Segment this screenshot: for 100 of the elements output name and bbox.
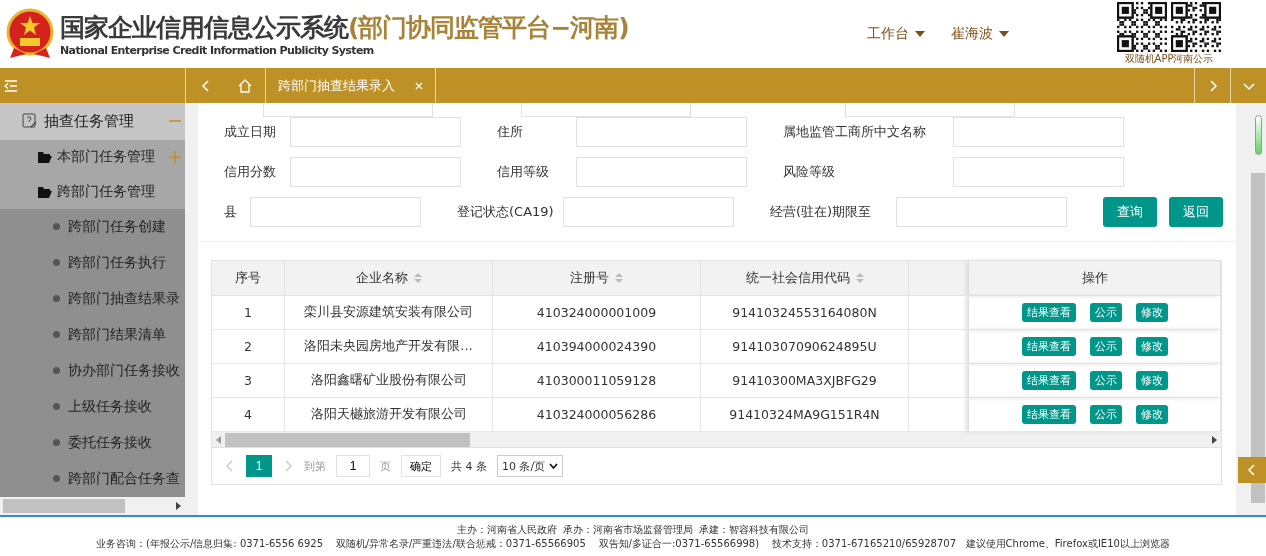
qr-code-icon xyxy=(1171,2,1221,52)
horizontal-scrollbar[interactable] xyxy=(212,432,1221,448)
input-field[interactable] xyxy=(563,197,734,227)
field-label: 信用等级 xyxy=(497,163,550,181)
field-label: 住所 xyxy=(497,123,524,141)
goto-label: 到第 xyxy=(304,458,326,474)
column-header: 操作 xyxy=(969,261,1221,296)
sidebar-submenu-item[interactable]: 跨部门任务执行 xyxy=(0,245,185,281)
platform-title: (部门协同监管平台−河南) xyxy=(348,12,629,44)
caret-icon xyxy=(549,463,559,469)
nav-menu-link[interactable]: 工作台 xyxy=(867,25,925,43)
footer-text: 主办：河南省人民政府 承办：河南省市场监督管理局 承建：智容科技有限公司 xyxy=(456,522,810,537)
sidebar-submenu-item[interactable]: 上级任务接收 xyxy=(0,389,185,425)
row-action-button[interactable]: 公示 xyxy=(1089,371,1122,390)
column-header: 序号 xyxy=(212,261,285,296)
page-button[interactable]: 1 xyxy=(246,455,272,477)
folder-icon xyxy=(38,150,52,163)
table-cell: 洛阳鑫曙矿业股份有限公司 xyxy=(285,364,493,398)
table-cell: 410324000001009 xyxy=(493,296,701,330)
row-action-button[interactable]: 公示 xyxy=(1089,337,1122,356)
row-action-button[interactable]: 修改 xyxy=(1135,405,1168,424)
sidebar-submenu-item[interactable]: 协办部门任务接收 xyxy=(0,353,185,389)
sidebar-menu-item[interactable]: 跨部门任务管理 xyxy=(0,174,185,209)
input-field[interactable] xyxy=(953,157,1124,187)
sort-icon xyxy=(615,273,623,283)
row-action-button[interactable]: 结果查看 xyxy=(1021,337,1076,356)
close-icon xyxy=(415,81,423,90)
column-header[interactable]: 注册号 xyxy=(493,261,701,296)
column-header[interactable]: 企业名称 xyxy=(285,261,493,296)
row-action-button[interactable]: 修改 xyxy=(1135,303,1168,322)
row-action-button[interactable]: 公示 xyxy=(1089,405,1122,424)
total-count: 共 4 条 xyxy=(451,458,487,474)
input-field[interactable] xyxy=(953,117,1124,147)
folder-icon xyxy=(38,185,52,198)
plus-icon xyxy=(169,150,181,163)
row-action-button[interactable]: 结果查看 xyxy=(1021,303,1076,322)
table-cell: 1 xyxy=(212,296,285,330)
field-label: 属地监管工商所中文名称 xyxy=(783,123,927,141)
table-cell: 410394000024390 xyxy=(493,330,701,364)
chevron-left-icon xyxy=(199,79,212,92)
chevron-left-icon xyxy=(1246,464,1258,476)
row-action-button[interactable]: 公示 xyxy=(1089,303,1122,322)
table-cell: 3 xyxy=(212,364,285,398)
nav-menu-link[interactable]: 崔海波 xyxy=(951,25,1009,43)
sort-icon xyxy=(413,273,422,283)
row-action-button[interactable]: 结果查看 xyxy=(1021,371,1076,390)
table-cell: 91410307090624895U xyxy=(701,330,909,364)
previous-page-button[interactable] xyxy=(224,460,236,472)
field-label: 县 xyxy=(224,203,238,221)
page-size-select[interactable]: 10 条/页 xyxy=(497,455,564,477)
input-field[interactable] xyxy=(290,117,461,147)
menu-collapse-icon xyxy=(4,79,18,92)
row-action-button[interactable]: 结果查看 xyxy=(1021,405,1076,424)
collapse-panel-button[interactable] xyxy=(1238,457,1266,483)
system-subtitle: National Enterprise Credit Information Publicity System xyxy=(60,44,375,57)
field-label: 成立日期 xyxy=(224,123,277,141)
sort-icon xyxy=(855,273,864,283)
table-cell: 91410300MA3XJBFG29 xyxy=(701,364,909,398)
field-label: 信用分数 xyxy=(224,163,277,181)
field-label: 经营(驻在)期限至 xyxy=(770,203,873,221)
sidebar-submenu-item[interactable]: 跨部门配合任务查 xyxy=(0,461,185,497)
footer-text: 业务咨询：(年报公示/信息归集: 0371-6556 6925 双随机/异常名录/严重违法/联合惩戒：0371-65566905 双告知/多证合一:0371-65566998) 技术支持：0371-67165210/65928707 建议使用Chrome、Firefox或IE10以上浏览器 xyxy=(96,536,1170,551)
scroll-indicator xyxy=(1255,115,1262,155)
sidebar-submenu-item[interactable]: 跨部门抽查结果录 xyxy=(0,281,185,317)
field-label: 登记状态(CA19) xyxy=(457,203,555,221)
confirm-button[interactable]: 确定 xyxy=(401,455,441,477)
input-field[interactable] xyxy=(290,157,461,187)
emblem-icon xyxy=(6,8,54,60)
page-input[interactable]: 1 xyxy=(336,455,370,477)
row-action-button[interactable]: 修改 xyxy=(1135,371,1168,390)
chevron-left-icon xyxy=(224,460,236,472)
next-page-button[interactable] xyxy=(282,460,294,472)
input-field[interactable] xyxy=(576,157,747,187)
page-unit: 页 xyxy=(380,458,391,474)
table-cell: 91410324553164080N xyxy=(701,296,909,330)
input-field[interactable] xyxy=(896,197,1067,227)
sidebar-submenu-item[interactable]: 委托任务接收 xyxy=(0,425,185,461)
column-header[interactable]: 统一社会信用代码 xyxy=(701,261,909,296)
field-label: 风险等级 xyxy=(783,163,836,181)
chevron-right-icon xyxy=(282,460,294,472)
page-tab[interactable]: 跨部门抽查结果录入 xyxy=(265,68,436,103)
system-title: 国家企业信用信息公示系统 xyxy=(60,12,348,44)
home-icon xyxy=(238,78,252,93)
row-action-button[interactable]: 修改 xyxy=(1135,337,1168,356)
table-cell: 2 xyxy=(212,330,285,364)
table-cell: 洛阳未央园房地产开发有限… xyxy=(285,330,493,364)
table-cell: 410300011059128 xyxy=(493,364,701,398)
horizontal-scrollbar[interactable] xyxy=(0,497,185,515)
question-note-icon xyxy=(22,113,38,130)
table-cell: 栾川县安源建筑安装有限公司 xyxy=(285,296,493,330)
sidebar-submenu-item[interactable]: 跨部门结果清单 xyxy=(0,317,185,353)
sidebar-submenu-item[interactable]: 跨部门任务创建 xyxy=(0,209,185,245)
sidebar-menu-item[interactable]: 抽查任务管理 xyxy=(0,103,185,140)
sidebar-menu-item[interactable]: 本部门任务管理 xyxy=(0,139,185,175)
qr-code-icon xyxy=(1117,2,1167,52)
form-button[interactable]: 返回 xyxy=(1169,197,1223,227)
input-field[interactable] xyxy=(576,117,747,147)
form-button[interactable]: 查询 xyxy=(1103,197,1157,227)
qr-caption: 双随机APP河南公示 xyxy=(1124,52,1214,66)
input-field[interactable] xyxy=(250,197,421,227)
